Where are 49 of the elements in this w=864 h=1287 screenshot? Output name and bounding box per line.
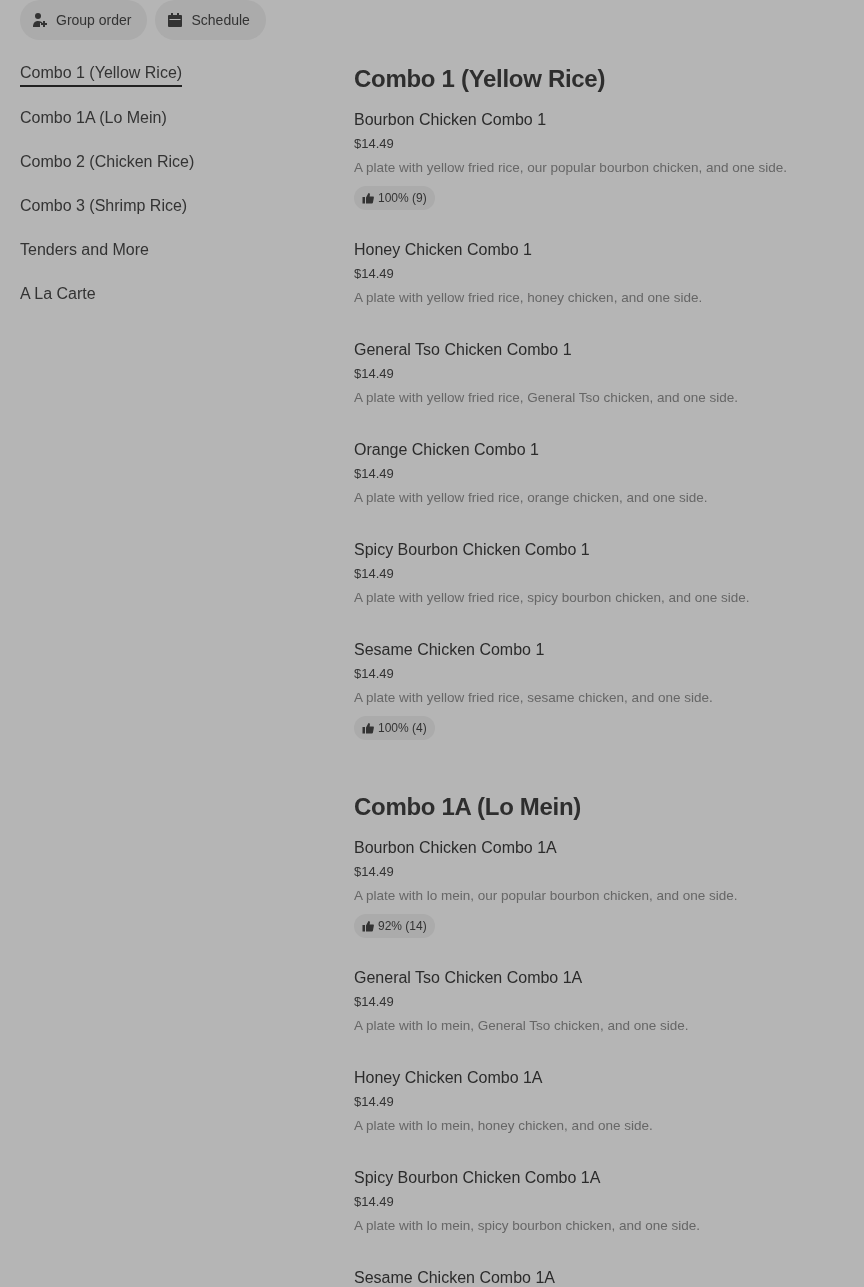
category-link[interactable]: Combo 1 (Yellow Rice): [20, 61, 183, 87]
item-description: A plate with yellow fried rice, General Tso chicken, and one side.: [354, 389, 739, 407]
item-name[interactable]: Orange Chicken Combo 1: [354, 438, 864, 462]
item-description: A plate with lo mein, General Tso chicken, and one side.: [354, 1017, 690, 1035]
item-description: A plate with lo mein, our popular bourbon chicken, and one side.: [354, 887, 739, 905]
item-description: A plate with yellow fried rice, spicy bourbon chicken, and one side.: [354, 589, 751, 607]
item-price: $14.49: [354, 863, 395, 881]
item-description: A plate with lo mein, honey chicken, and one side.: [354, 1117, 654, 1135]
item-name[interactable]: General Tso Chicken Combo 1: [354, 338, 864, 362]
thumbs-up-icon: [362, 722, 374, 734]
item-name[interactable]: Sesame Chicken Combo 1: [354, 638, 864, 662]
category-link[interactable]: Combo 1A (Lo Mein): [20, 106, 167, 130]
item-name[interactable]: Bourbon Chicken Combo 1: [354, 108, 864, 132]
item-price: $14.49: [354, 135, 395, 153]
item-description: A plate with yellow fried rice, sesame chicken, and one side.: [354, 689, 714, 707]
item-description: A plate with yellow fried rice, our popular bourbon chicken, and one side.: [354, 159, 788, 177]
category-link[interactable]: Combo 2 (Chicken Rice): [20, 150, 195, 174]
item-name[interactable]: Spicy Bourbon Chicken Combo 1: [354, 538, 864, 562]
group-order-button[interactable]: Group order: [20, 0, 148, 40]
item-price: $14.49: [354, 465, 395, 483]
section-heading: Combo 1 (Yellow Rice): [354, 64, 607, 94]
category-link[interactable]: A La Carte: [20, 282, 96, 306]
item-description: A plate with yellow fried rice, orange chicken, and one side.: [354, 489, 709, 507]
section-heading: Combo 1A (Lo Mein): [354, 792, 583, 822]
thumbs-up-icon: [362, 192, 374, 204]
rating-badge: 100% (9): [354, 186, 435, 210]
item-price: $14.49: [354, 1093, 395, 1111]
calendar-icon: [167, 12, 184, 28]
item-name[interactable]: Honey Chicken Combo 1: [354, 238, 864, 262]
item-price: $14.49: [354, 565, 395, 583]
item-price: $14.49: [354, 1193, 395, 1211]
category-link[interactable]: Tenders and More: [20, 238, 149, 262]
rating-badge: 100% (4): [354, 716, 435, 740]
item-price: $14.49: [354, 665, 395, 683]
rating-badge: 92% (14): [354, 914, 435, 938]
person-add-icon: [32, 12, 48, 28]
item-name[interactable]: Spicy Bourbon Chicken Combo 1A: [354, 1166, 864, 1190]
item-price: $14.49: [354, 993, 395, 1011]
category-link[interactable]: Combo 3 (Shrimp Rice): [20, 194, 188, 218]
item-description: A plate with yellow fried rice, honey chicken, and one side.: [354, 289, 704, 307]
item-price: $14.49: [354, 365, 395, 383]
schedule-button[interactable]: Schedule: [155, 0, 266, 40]
item-name[interactable]: Honey Chicken Combo 1A: [354, 1066, 864, 1090]
item-description: A plate with lo mein, spicy bourbon chicken, and one side.: [354, 1217, 701, 1235]
item-name[interactable]: General Tso Chicken Combo 1A: [354, 966, 864, 990]
item-name[interactable]: Sesame Chicken Combo 1A: [354, 1266, 864, 1287]
item-name[interactable]: Bourbon Chicken Combo 1A: [354, 836, 864, 860]
item-price: $14.49: [354, 265, 395, 283]
thumbs-up-icon: [362, 920, 374, 932]
